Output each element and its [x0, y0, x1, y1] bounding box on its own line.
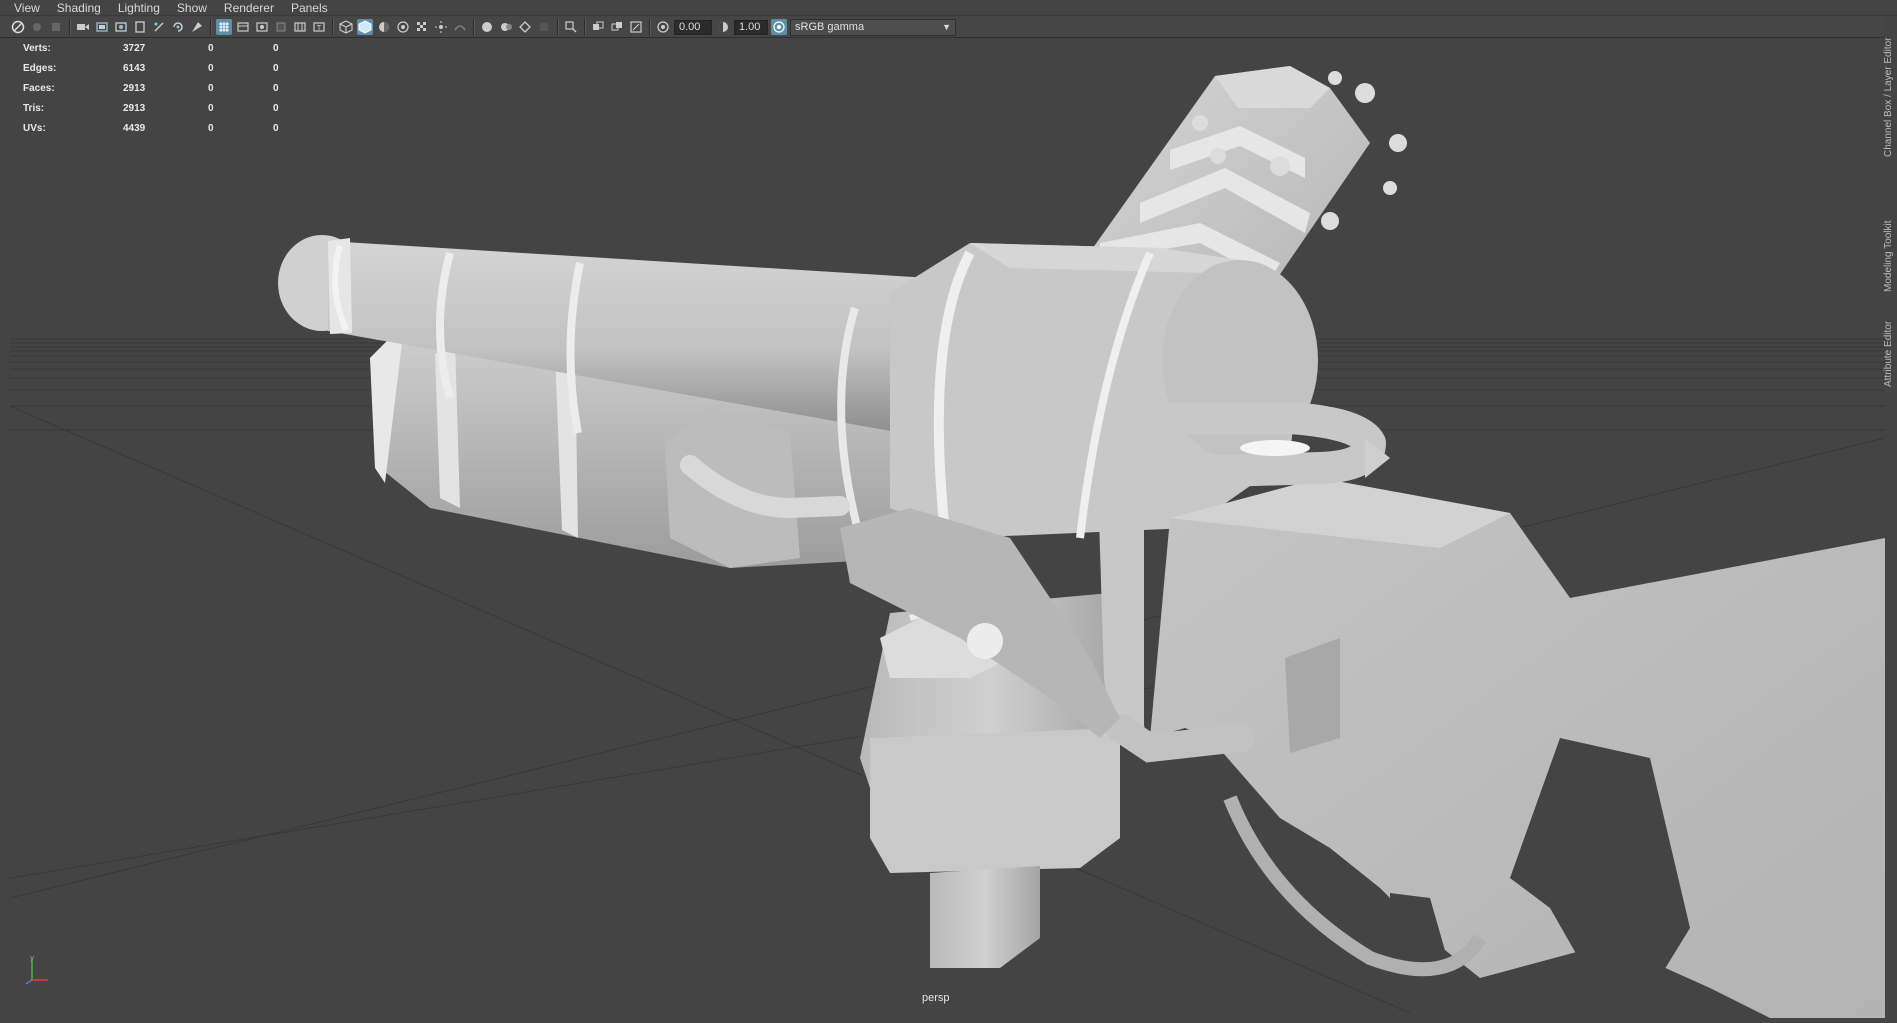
shadows-icon[interactable] [376, 19, 392, 35]
camera-attributes-icon[interactable] [29, 19, 45, 35]
hud-value-triangles: 0 [273, 122, 279, 134]
hud-value-triangles: 0 [273, 102, 279, 114]
screen-space-ao-icon[interactable] [395, 19, 411, 35]
image-plane-icon[interactable] [75, 19, 91, 35]
select-camera-icon[interactable] [10, 19, 26, 35]
hud-value: 2913 [123, 102, 146, 114]
panel-layout-icon[interactable] [609, 19, 625, 35]
hud-row: Tris: 2913 0 0 [23, 98, 303, 118]
xray-icon[interactable]: T [311, 19, 327, 35]
hud-value-selected: 0 [208, 62, 214, 74]
tab-attribute-editor[interactable]: Attribute Editor [1883, 321, 1894, 387]
side-panel-tabs: Channel Box / Layer Editor Modeling Tool… [1883, 17, 1897, 1023]
smooth-shade-icon[interactable] [254, 19, 270, 35]
gate-mask-icon[interactable] [132, 19, 148, 35]
hud-value: 3727 [123, 42, 146, 54]
menu-show[interactable]: Show [177, 0, 207, 16]
hud-value: 4439 [123, 122, 146, 134]
toolbar-separator [210, 19, 212, 35]
stock-mesh [1150, 478, 1885, 1018]
exposure-icon[interactable] [655, 19, 671, 35]
tab-channel-box[interactable]: Channel Box / Layer Editor [1883, 37, 1894, 157]
two-pane-icon[interactable] [590, 19, 606, 35]
hud-label: Tris: [23, 102, 45, 114]
safe-action-icon[interactable] [170, 19, 186, 35]
film-gate-icon[interactable] [94, 19, 110, 35]
hud-value-selected: 0 [208, 42, 214, 54]
hud-value-triangles: 0 [273, 62, 279, 74]
motion-blur-icon[interactable] [414, 19, 430, 35]
menu-shading[interactable]: Shading [57, 0, 101, 16]
hud-row: Edges: 6143 0 0 [23, 58, 303, 78]
color-management-icon[interactable] [771, 19, 787, 35]
poly-count-hud: Verts: 3727 0 0 Edges: 6143 0 0 Faces: 2… [23, 38, 303, 138]
hud-value-selected: 0 [208, 102, 214, 114]
xray-joints-icon[interactable] [498, 19, 514, 35]
field-chart-icon[interactable] [151, 19, 167, 35]
receiver-mesh [837, 243, 1318, 540]
view-transform-value: sRGB gamma [795, 21, 865, 33]
gamma-field[interactable]: 1.00 [734, 19, 768, 35]
menu-view[interactable]: View [14, 0, 40, 16]
isolate-select-icon[interactable] [479, 19, 495, 35]
view-transform-dropdown[interactable]: sRGB gamma ▼ [790, 18, 956, 36]
menu-panels[interactable]: Panels [291, 0, 328, 16]
hud-row: Faces: 2913 0 0 [23, 78, 303, 98]
toolbar-separator [332, 19, 334, 35]
toolbar-separator [473, 19, 475, 35]
hud-row: UVs: 4439 0 0 [23, 118, 303, 138]
maya-window: View Shading Lighting Show Renderer Pane… [0, 0, 1897, 1023]
gamma-icon[interactable] [715, 19, 731, 35]
hud-label: UVs: [23, 122, 46, 134]
perspective-viewport[interactable]: Verts: 3727 0 0 Edges: 6143 0 0 Faces: 2… [10, 38, 1886, 1018]
hud-value-triangles: 0 [273, 82, 279, 94]
hud-value: 6143 [123, 62, 146, 74]
camera-name-label: persp [922, 992, 950, 1004]
menu-renderer[interactable]: Renderer [224, 0, 274, 16]
toolbar-separator [557, 19, 559, 35]
textured-icon[interactable] [338, 19, 354, 35]
hud-value: 2913 [123, 82, 146, 94]
bookmark-icon[interactable] [48, 19, 64, 35]
safe-title-icon[interactable] [189, 19, 205, 35]
svg-text:y: y [30, 956, 34, 962]
viewport-scene [10, 66, 1885, 1018]
hud-row: Verts: 3727 0 0 [23, 38, 303, 58]
toolbar-separator [69, 19, 71, 35]
hud-label: Verts: [23, 42, 51, 54]
toolbar-separator [649, 19, 651, 35]
hud-label: Edges: [23, 62, 57, 74]
hud-value-triangles: 0 [273, 42, 279, 54]
axis-gizmo-icon: y [25, 956, 48, 985]
panel-toolbar: T 0.00 1.00 sRGB gamma ▼ [0, 17, 1897, 38]
panel-menubar: View Shading Lighting Show Renderer Pane… [0, 0, 1897, 16]
ui-elements-icon[interactable] [628, 19, 644, 35]
menu-lighting[interactable]: Lighting [118, 0, 160, 16]
tab-modeling-toolkit[interactable]: Modeling Toolkit [1883, 220, 1894, 292]
xray-components-icon[interactable] [517, 19, 533, 35]
hud-label: Faces: [23, 82, 55, 94]
svg-text:T: T [316, 24, 322, 32]
grid-icon[interactable] [216, 19, 232, 35]
resolution-gate-icon[interactable] [113, 19, 129, 35]
multisample-aa-icon[interactable] [433, 19, 449, 35]
select-mode-icon[interactable] [536, 19, 552, 35]
depth-of-field-icon[interactable] [452, 19, 468, 35]
wireframe-icon[interactable] [235, 19, 251, 35]
hud-value-selected: 0 [208, 122, 214, 134]
hud-icon[interactable] [563, 19, 579, 35]
chevron-down-icon: ▼ [942, 22, 951, 32]
toolbar-separator [584, 19, 586, 35]
lights-icon[interactable] [357, 19, 373, 35]
default-material-icon[interactable] [273, 19, 289, 35]
exposure-field[interactable]: 0.00 [674, 19, 712, 35]
hud-value-selected: 0 [208, 82, 214, 94]
wireframe-on-shaded-icon[interactable] [292, 19, 308, 35]
